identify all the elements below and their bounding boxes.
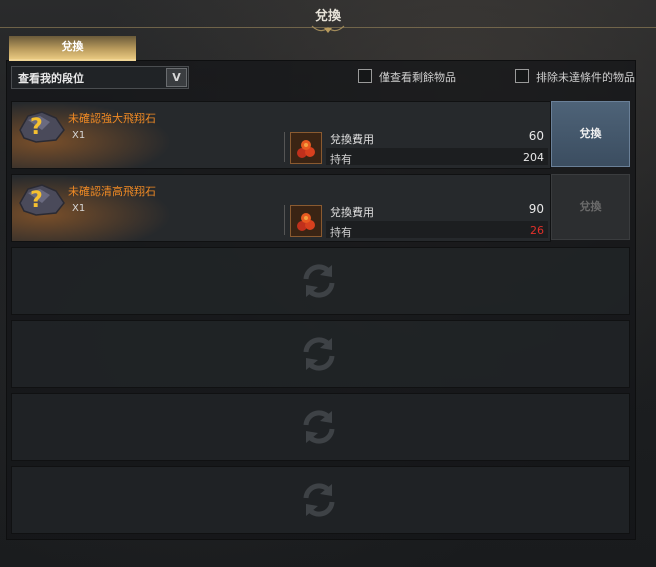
list-item: ? 未確認強大飛翔石 X1 兌換費用 60 持有 204 bbox=[11, 101, 551, 169]
checkbox-box[interactable] bbox=[515, 69, 529, 83]
list-item: ? 未確認清高飛翔石 X1 兌換費用 90 持有 26 bbox=[11, 174, 551, 242]
svg-text:?: ? bbox=[30, 188, 43, 213]
owned-label: 持有 bbox=[330, 226, 352, 239]
owned-value: 204 bbox=[523, 151, 544, 164]
medal-icon bbox=[290, 132, 322, 164]
title-bar: 兌換 bbox=[0, 0, 656, 36]
tab-exchange[interactable]: 兌換 bbox=[9, 36, 136, 61]
empty-slot bbox=[11, 247, 630, 315]
item-name: 未確認清高飛翔石 bbox=[68, 185, 156, 198]
divider bbox=[284, 205, 285, 235]
svg-text:?: ? bbox=[30, 115, 43, 140]
cost-value: 90 bbox=[528, 202, 544, 216]
cost-label: 兌換費用 bbox=[330, 206, 374, 219]
chevron-down-icon[interactable]: V bbox=[166, 68, 187, 87]
exchange-button[interactable]: 兌換 bbox=[551, 101, 630, 167]
exchange-button[interactable]: 兌換 bbox=[551, 174, 630, 240]
refresh-icon bbox=[303, 483, 335, 517]
owned-value: 26 bbox=[530, 224, 544, 237]
owned-label: 持有 bbox=[330, 153, 352, 166]
cost-value: 60 bbox=[528, 129, 544, 143]
dropdown-value: 查看我的段位 bbox=[18, 72, 84, 85]
item-quantity: X1 bbox=[72, 203, 86, 214]
refresh-icon bbox=[303, 410, 335, 444]
checkbox-label: 排除未達條件的物品 bbox=[536, 71, 635, 84]
refresh-icon bbox=[303, 337, 335, 371]
item-quantity: X1 bbox=[72, 130, 86, 141]
cost-label: 兌換費用 bbox=[330, 133, 374, 146]
checkbox-label: 僅查看剩餘物品 bbox=[379, 71, 456, 84]
stone-icon: ? bbox=[19, 184, 65, 216]
checkbox-box[interactable] bbox=[358, 69, 372, 83]
empty-slot bbox=[11, 393, 630, 461]
divider bbox=[284, 132, 285, 162]
ornament-icon bbox=[311, 25, 345, 33]
medal-icon bbox=[290, 205, 322, 237]
empty-slot bbox=[11, 466, 630, 534]
stone-icon: ? bbox=[19, 111, 65, 143]
empty-slot bbox=[11, 320, 630, 388]
rank-dropdown[interactable]: 查看我的段位 V bbox=[11, 66, 189, 89]
refresh-icon bbox=[303, 264, 335, 298]
item-name: 未確認強大飛翔石 bbox=[68, 112, 156, 125]
